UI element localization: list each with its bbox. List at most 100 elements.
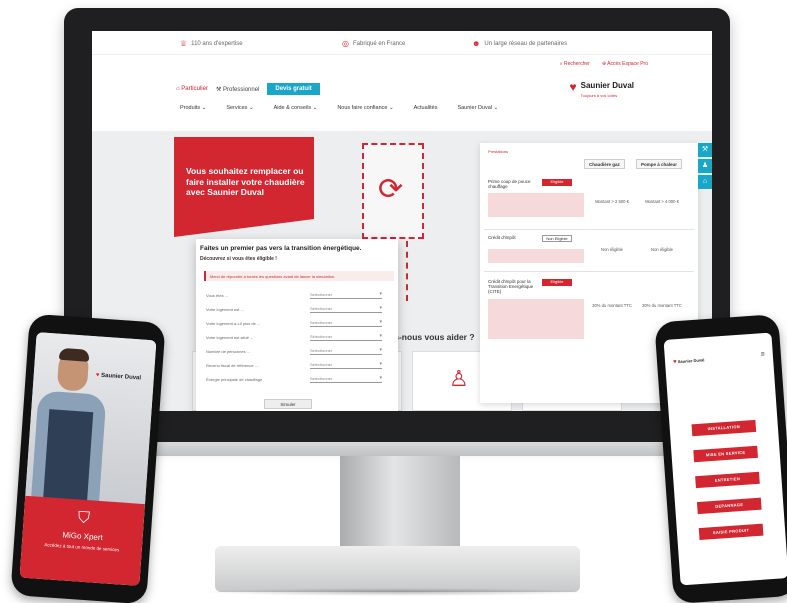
column-header: Pompe à chaleur [636, 159, 683, 169]
comparison-heading: Prestations [488, 149, 509, 154]
field-label: Énergie principale de chauffage [206, 377, 263, 382]
nav-label: Actualités [413, 105, 438, 111]
boiler-illustration: ⟳ [362, 143, 424, 239]
nav-item-actualites[interactable]: Actualités [414, 105, 438, 111]
people-icon: ☻ [472, 39, 481, 48]
field-select[interactable]: Sélectionner [310, 347, 382, 355]
app-logo: ♥ Saunier Duval [673, 357, 705, 365]
nav-item-aide[interactable]: Aide & conseils ⌄ [274, 105, 318, 111]
tab-label: Particulier [181, 86, 208, 92]
nav-item-confiance[interactable]: Nous faire confiance ⌄ [337, 105, 393, 111]
heart-logo-icon: ♥ [569, 79, 577, 94]
row-description [488, 299, 584, 339]
row-label: Prime coup de pouce chauffage [488, 179, 531, 189]
technician-hair [58, 347, 90, 362]
person-icon: ♟ [701, 162, 709, 169]
search-link-label: Rechercher [563, 61, 590, 67]
installation-button[interactable]: INSTALLATION [691, 419, 757, 437]
form-row: Votre logement est ... Sélectionner [206, 305, 392, 315]
info-item-network: ☻ Un large réseau de partenaires [472, 39, 567, 48]
stand-shadow [200, 588, 595, 596]
pin-icon: ⌂ [702, 178, 708, 185]
tab-label: Professionnel [223, 86, 260, 93]
technician-apron [43, 409, 94, 503]
monitor-stand-neck [340, 456, 460, 552]
form-row: Nombre de personnes ... Sélectionner [206, 347, 392, 357]
app-logo: ♥ Saunier Duval [96, 372, 142, 381]
row-description [488, 193, 584, 217]
row-description [488, 249, 584, 263]
app-menu-buttons: INSTALLATION MISE EN SERVICE ENTRETIEN D… [691, 419, 764, 541]
nav-label: Saunier Duval [457, 105, 492, 111]
form-row: Votre logement a-t-il plus de ... Sélect… [206, 319, 392, 329]
table-cell: 30% du montant TTC [642, 303, 682, 308]
field-select[interactable]: Sélectionner [310, 375, 382, 383]
app-brand: Saunier Duval [677, 357, 705, 365]
info-item-france: ◎ Fabriqué en France [342, 39, 405, 48]
tab-professionnel[interactable]: ⚒ Professionnel [216, 86, 259, 93]
monitor-stand-base [215, 546, 580, 592]
nav-label: Aide & conseils [273, 105, 312, 111]
repair-button[interactable]: DEPANNAGE [696, 497, 762, 515]
field-select[interactable]: Sélectionner [310, 305, 382, 313]
nav-label: Services [226, 105, 248, 111]
form-row: Revenu fiscal de référence ... Sélection… [206, 361, 392, 371]
hero-title: Vous souhaitez remplacer ou faire instal… [186, 166, 305, 197]
hamburger-menu-icon[interactable]: ≡ [760, 351, 765, 358]
audience-tabs: ⌂ Particulier ⚒ Professionnel Devis grat… [176, 83, 320, 95]
contact-side-button[interactable]: ♟ [698, 159, 712, 173]
row-divider [484, 229, 694, 230]
table-cell: Non éligible [601, 247, 623, 252]
trophy-icon: ♕ [180, 39, 188, 48]
brand-name: Saunier Duval [580, 81, 634, 90]
field-label: Votre logement a-t-il plus de ... [206, 321, 261, 326]
left-phone: ♥ Saunier Duval ⛉ MiGo Xpert Accédez à t… [10, 313, 166, 603]
info-item-expertise: ♕ 110 ans d'expertise [180, 39, 243, 48]
table-cell: 30% du montant TTC [592, 303, 632, 308]
field-select[interactable]: Sélectionner [310, 361, 382, 369]
brand-logo[interactable]: ♥ Saunier Duval Toujours à vos côtés [569, 75, 634, 99]
row-label: Crédit d'impôt [488, 235, 516, 240]
tools-icon: ⚒ [701, 146, 709, 153]
pro-space-link[interactable]: ⊕ Accès Espace Pro [602, 61, 648, 67]
nav-label: Nous faire confiance [337, 105, 388, 111]
column-header: Chaudière gaz [584, 159, 625, 169]
heart-logo-icon: ♥ [95, 372, 100, 379]
form-row: Votre logement est situé ... Sélectionne… [206, 333, 392, 343]
nav-item-saunier-duval[interactable]: Saunier Duval ⌄ [457, 105, 498, 111]
field-label: Vous êtes ... [206, 293, 229, 298]
website-screen: ♕ 110 ans d'expertise ◎ Fabriqué en Fran… [92, 31, 712, 411]
simulate-button[interactable]: Simuler [264, 399, 312, 409]
field-select[interactable]: Sélectionner [310, 319, 382, 327]
quote-side-button[interactable]: ⚒ [698, 143, 712, 157]
nav-item-services[interactable]: Services ⌄ [226, 105, 253, 111]
maintenance-button[interactable]: ENTRETIEN [695, 471, 760, 489]
field-select[interactable]: Sélectionner [310, 291, 382, 299]
field-label: Revenu fiscal de référence ... [206, 363, 259, 368]
table-cell: Montant > 4 000 € [645, 199, 679, 204]
free-quote-button[interactable]: Devis gratuit [267, 83, 320, 95]
form-title: Faites un premier pas vers la transition… [200, 245, 362, 252]
field-label: Nombre de personnes ... [206, 349, 251, 354]
technician-icon: ♙ [449, 366, 469, 391]
info-bar: ♕ 110 ans d'expertise ◎ Fabriqué en Fran… [92, 31, 712, 55]
form-row: Vous êtes ... Sélectionner [206, 291, 392, 301]
eligibility-badge: Eligible [542, 279, 572, 286]
nav-item-produits[interactable]: Produits ⌄ [180, 105, 206, 111]
info-label: Un large réseau de partenaires [484, 40, 568, 47]
table-cell: Montant > 2 500 € [595, 199, 629, 204]
search-link[interactable]: ⌕ Rechercher [560, 61, 590, 67]
commissioning-button[interactable]: MISE EN SERVICE [693, 445, 758, 463]
locator-side-button[interactable]: ⌂ [698, 175, 712, 189]
right-phone-screen: ♥ Saunier Duval ≡ INSTALLATION MISE EN S… [663, 332, 787, 586]
field-select[interactable]: Sélectionner [310, 333, 382, 341]
row-label: Crédit d'impôt pour la Transition Energé… [488, 279, 534, 294]
heart-logo-icon: ♥ [672, 359, 677, 366]
main-nav: Produits ⌄ Services ⌄ Aide & conseils ⌄ … [180, 105, 498, 111]
right-phone: ♥ Saunier Duval ≡ INSTALLATION MISE EN S… [654, 314, 787, 603]
pro-space-link-label: Accès Espace Pro [607, 61, 648, 67]
technician-photo: ♥ Saunier Duval [25, 332, 157, 505]
product-entry-button[interactable]: SAISIE PRODUIT [698, 523, 764, 541]
tab-particulier[interactable]: ⌂ Particulier [176, 86, 208, 92]
brand-tagline: Toujours à vos côtés [580, 93, 618, 98]
